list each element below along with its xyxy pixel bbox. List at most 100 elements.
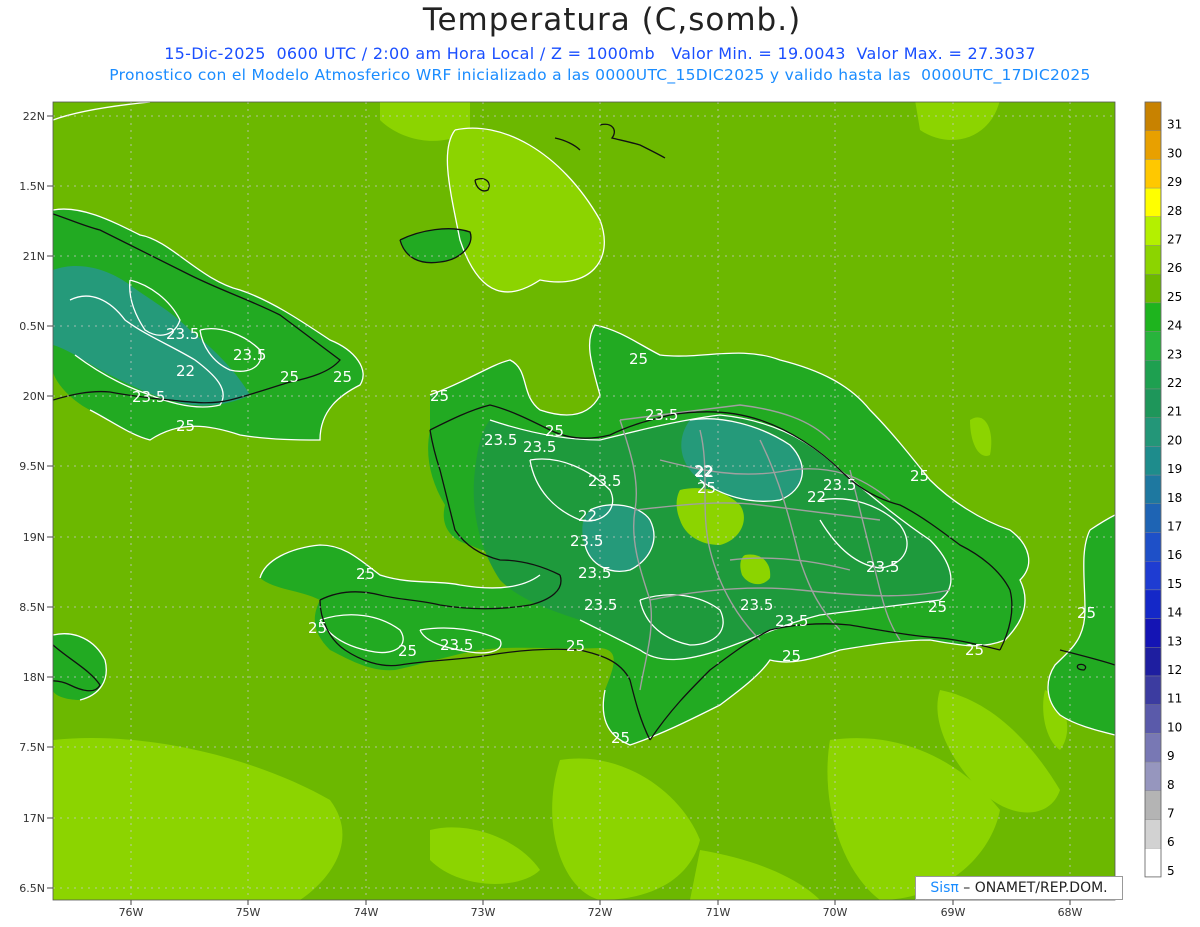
contour-label: 25 — [545, 422, 564, 440]
colorbar-swatch — [1144, 503, 1162, 533]
colorbar-swatch — [1144, 417, 1162, 447]
lat-tick-label: 21N — [23, 250, 45, 263]
forecast-time-line: 15-Dic-2025 0600 UTC / 2:00 am Hora Loca… — [164, 44, 1036, 63]
lon-tick-label: 73W — [471, 906, 496, 919]
colorbar-swatch — [1144, 675, 1162, 705]
lon-tick-label: 71W — [706, 906, 731, 919]
colorbar-label: 30 — [1167, 146, 1182, 160]
contour-label: 23.5 — [523, 438, 556, 456]
colorbar-label: 19 — [1167, 462, 1182, 476]
colorbar-label: 16 — [1167, 548, 1182, 562]
colorbar-label: 23 — [1167, 347, 1182, 361]
lat-tick-label: 1.5N — [19, 180, 45, 193]
colorbar-label: 14 — [1167, 606, 1182, 620]
contour-label: 25 — [629, 350, 648, 368]
colorbar-label: 8 — [1167, 778, 1175, 792]
colorbar-label: 25 — [1167, 290, 1182, 304]
colorbar-swatch — [1144, 130, 1162, 160]
colorbar-swatch — [1144, 331, 1162, 361]
colorbar-swatch — [1144, 819, 1162, 849]
colorbar-swatch — [1144, 446, 1162, 476]
colorbar-label: 7 — [1167, 807, 1175, 821]
contour-label: 23.5 — [166, 325, 199, 343]
colorbar-swatch — [1144, 159, 1162, 189]
colorbar: 31 30 29 28 27 26 25 24 23 22 21 20 19 18 17 16 15 14 13 12… — [1144, 101, 1182, 878]
contour-label: 25 — [356, 565, 375, 583]
credit-box: Sisπ – ONAMET/REP.DOM. — [915, 876, 1123, 900]
colorbar-label: 11 — [1167, 692, 1182, 706]
contour-label: 25 — [697, 479, 716, 497]
colorbar-swatch — [1144, 618, 1162, 648]
contour-label: 25 — [928, 598, 947, 616]
colorbar-label: 5 — [1167, 864, 1175, 878]
contour-label: 23.5 — [584, 596, 617, 614]
lon-tick-label: 69W — [941, 906, 966, 919]
lat-tick-label: 8.5N — [19, 601, 45, 614]
colorbar-label: 27 — [1167, 233, 1182, 247]
lat-tick-label: 22N — [23, 110, 45, 123]
colorbar-swatch — [1144, 360, 1162, 390]
contour-label: 23.5 — [775, 612, 808, 630]
contour-label: 23.5 — [645, 406, 678, 424]
forecast-map: 23.5 23.5 22 23.5 25 25 25 25 25 23.5 23… — [19, 101, 1182, 919]
colorbar-label: 15 — [1167, 577, 1182, 591]
lat-tick-label: 0.5N — [19, 320, 45, 333]
colorbar-swatch — [1144, 187, 1162, 218]
lon-tick-label: 70W — [823, 906, 848, 919]
contour-label: 23.5 — [233, 346, 266, 364]
colorbar-label: 31 — [1167, 118, 1182, 132]
contour-label: 25 — [280, 368, 299, 386]
colorbar-swatch — [1144, 589, 1162, 619]
colorbar-swatch — [1144, 761, 1162, 791]
contour-label: 23.5 — [570, 532, 603, 550]
credit-dash: – — [958, 880, 975, 896]
lat-axis: 22N 1.5N 21N 0.5N 20N 9.5N 19N 8.5N 18N 7.5N 17N 6.… — [19, 110, 53, 895]
contour-label: 23.5 — [588, 472, 621, 490]
contour-label: 22 — [176, 362, 195, 380]
colorbar-label: 26 — [1167, 261, 1182, 275]
contour-label: 25 — [398, 642, 417, 660]
contour-label: 23.5 — [740, 596, 773, 614]
colorbar-label: 12 — [1167, 663, 1182, 677]
colorbar-label: 24 — [1167, 319, 1182, 333]
colorbar-swatch — [1144, 790, 1162, 820]
colorbar-label: 22 — [1167, 376, 1182, 390]
lat-tick-label: 7.5N — [19, 741, 45, 754]
colorbar-swatch — [1144, 561, 1162, 591]
colorbar-swatch — [1144, 704, 1162, 734]
colorbar-swatch — [1144, 101, 1162, 131]
sis-logo-text: Sisπ — [930, 880, 959, 896]
colorbar-label: 20 — [1167, 433, 1182, 447]
page-title: Temperatura (C,somb.) — [422, 2, 802, 38]
contour-label: 25 — [430, 387, 449, 405]
contour-label: 25 — [782, 647, 801, 665]
colorbar-label: 18 — [1167, 491, 1182, 505]
lon-tick-label: 75W — [236, 906, 261, 919]
contour-label: 23.5 — [440, 636, 473, 654]
contour-label: 23.5 — [578, 564, 611, 582]
colorbar-label: 9 — [1167, 749, 1175, 763]
contour-label: 23.5 — [866, 558, 899, 576]
colorbar-swatch — [1144, 302, 1162, 332]
lon-axis: 76W 75W 74W 73W 72W 71W 70W 69W 68W — [119, 900, 1083, 919]
contour-label: 22 — [578, 507, 597, 525]
colorbar-swatch — [1144, 474, 1162, 505]
lon-tick-label: 76W — [119, 906, 144, 919]
contour-label: 25 — [910, 467, 929, 485]
colorbar-swatch — [1144, 388, 1162, 418]
lat-tick-label: 6.5N — [19, 882, 45, 895]
colorbar-swatch — [1144, 216, 1162, 246]
lon-tick-label: 68W — [1058, 906, 1083, 919]
contour-label: 25 — [965, 641, 984, 659]
colorbar-swatch — [1144, 733, 1162, 763]
contour-label: 25 — [1077, 604, 1096, 622]
contour-label: 25 — [611, 729, 630, 747]
colorbar-label: 17 — [1167, 520, 1182, 534]
lat-tick-label: 9.5N — [19, 460, 45, 473]
colorbar-swatch — [1144, 647, 1162, 677]
lat-tick-label: 19N — [23, 531, 45, 544]
contour-label: 23.5 — [484, 431, 517, 449]
colorbar-label: 10 — [1167, 720, 1182, 734]
colorbar-label: 29 — [1167, 175, 1182, 189]
contour-label: 22 — [694, 462, 713, 480]
